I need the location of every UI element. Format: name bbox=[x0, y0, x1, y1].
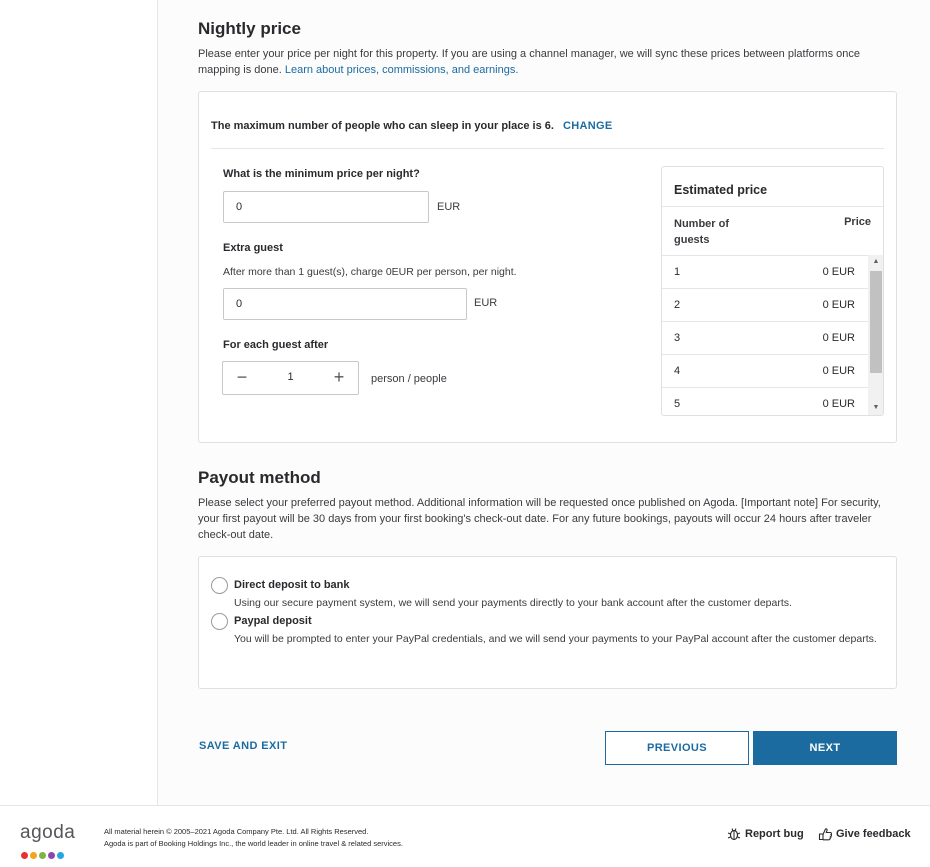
extra-guest-note: After more than 1 guest(s), charge 0EUR … bbox=[223, 266, 517, 278]
row-price: 0 EUR bbox=[822, 332, 855, 344]
row-guests: 5 bbox=[674, 398, 681, 410]
table-row: 5 0 EUR bbox=[662, 387, 868, 415]
give-feedback-label: Give feedback bbox=[836, 828, 911, 840]
guest-count-unit: person / people bbox=[371, 373, 447, 385]
max-occupancy-text: The maximum number of people who can sle… bbox=[211, 120, 554, 132]
table-row: 1 0 EUR bbox=[662, 255, 868, 288]
nightly-price-card: The maximum number of people who can sle… bbox=[198, 91, 897, 443]
agoda-logo-text: agoda bbox=[20, 822, 76, 843]
logo-dot bbox=[48, 852, 55, 859]
extra-guest-label: Extra guest bbox=[223, 242, 283, 254]
extra-guest-currency: EUR bbox=[474, 297, 498, 309]
next-button[interactable]: NEXT bbox=[753, 731, 897, 765]
column-header-guests: Number of guests bbox=[674, 218, 729, 246]
agoda-logo: agoda bbox=[20, 822, 76, 859]
plus-icon[interactable]: + bbox=[322, 362, 356, 394]
min-price-label: What is the minimum price per night? bbox=[223, 168, 420, 180]
main-content: Nightly price Please enter your price pe… bbox=[158, 0, 930, 805]
change-occupancy-link[interactable]: CHANGE bbox=[563, 120, 612, 132]
payout-description: Please select your preferred payout meth… bbox=[198, 497, 881, 541]
row-guests: 2 bbox=[674, 299, 681, 311]
max-occupancy-line: The maximum number of people who can sle… bbox=[211, 120, 612, 132]
paypal-deposit-radio[interactable] bbox=[211, 613, 228, 630]
paypal-deposit-title: Paypal deposit bbox=[234, 615, 312, 627]
bug-icon bbox=[727, 828, 741, 841]
table-row: 3 0 EUR bbox=[662, 321, 868, 354]
copyright-line-2: Agoda is part of Booking Holdings Inc., … bbox=[104, 839, 403, 848]
logo-dot bbox=[30, 852, 37, 859]
estimated-price-panel: Estimated price Number of guests Price 1… bbox=[661, 166, 884, 416]
learn-about-prices-link[interactable]: Learn about prices, commissions, and ear… bbox=[285, 64, 519, 76]
bank-deposit-radio[interactable] bbox=[211, 577, 228, 594]
logo-dot bbox=[39, 852, 46, 859]
column-header-price: Price bbox=[844, 216, 871, 228]
guest-count-stepper[interactable]: − 1 + bbox=[222, 361, 359, 395]
report-bug-label: Report bug bbox=[745, 828, 804, 840]
estimated-header-divider bbox=[662, 206, 883, 207]
report-bug-link[interactable]: Report bug bbox=[727, 828, 804, 841]
save-and-exit-link[interactable]: SAVE AND EXIT bbox=[199, 740, 287, 752]
row-guests: 3 bbox=[674, 332, 681, 344]
nightly-price-description: Please enter your price per night for th… bbox=[198, 46, 898, 78]
previous-button[interactable]: PREVIOUS bbox=[605, 731, 749, 765]
scrollbar-thumb[interactable] bbox=[870, 271, 882, 373]
give-feedback-link[interactable]: Give feedback bbox=[818, 828, 911, 841]
bank-deposit-title: Direct deposit to bank bbox=[234, 579, 350, 591]
row-price: 0 EUR bbox=[822, 266, 855, 278]
min-price-currency: EUR bbox=[437, 201, 461, 213]
row-guests: 1 bbox=[674, 266, 681, 278]
card-divider bbox=[211, 148, 884, 149]
bank-deposit-description: Using our secure payment system, we will… bbox=[234, 597, 792, 609]
row-price: 0 EUR bbox=[822, 365, 855, 377]
extra-guest-price-input[interactable] bbox=[223, 288, 467, 320]
copyright-line-1: All material herein © 2005–2021 Agoda Co… bbox=[104, 827, 369, 836]
agoda-logo-dots bbox=[21, 846, 66, 864]
copyright-notice: All material herein © 2005–2021 Agoda Co… bbox=[104, 826, 403, 850]
nightly-price-heading: Nightly price bbox=[198, 19, 301, 38]
row-guests: 4 bbox=[674, 365, 681, 377]
scroll-up-arrow-icon[interactable]: ▲ bbox=[868, 255, 883, 269]
row-price: 0 EUR bbox=[822, 398, 855, 410]
logo-dot bbox=[21, 852, 28, 859]
payout-options-card: Direct deposit to bank Using our secure … bbox=[198, 556, 897, 689]
feedback-hand-icon bbox=[818, 828, 833, 841]
each-guest-after-label: For each guest after bbox=[223, 339, 329, 351]
estimated-price-title: Estimated price bbox=[674, 183, 768, 197]
footer: agoda All material herein © 2005–2021 Ag… bbox=[0, 805, 930, 867]
estimated-scrollbar[interactable]: ▲ ▼ bbox=[868, 255, 883, 415]
logo-dot bbox=[57, 852, 64, 859]
left-sidebar bbox=[0, 0, 158, 805]
payout-method-heading: Payout method bbox=[198, 468, 321, 487]
paypal-deposit-description: You will be prompted to enter your PayPa… bbox=[234, 633, 877, 645]
table-row: 4 0 EUR bbox=[662, 354, 868, 387]
scroll-down-arrow-icon[interactable]: ▼ bbox=[868, 401, 883, 415]
row-price: 0 EUR bbox=[822, 299, 855, 311]
min-price-input[interactable] bbox=[223, 191, 429, 223]
table-row: 2 0 EUR bbox=[662, 288, 868, 321]
estimated-price-rows: 1 0 EUR 2 0 EUR 3 0 EUR 4 0 EUR 5 0 EUR bbox=[662, 255, 868, 415]
